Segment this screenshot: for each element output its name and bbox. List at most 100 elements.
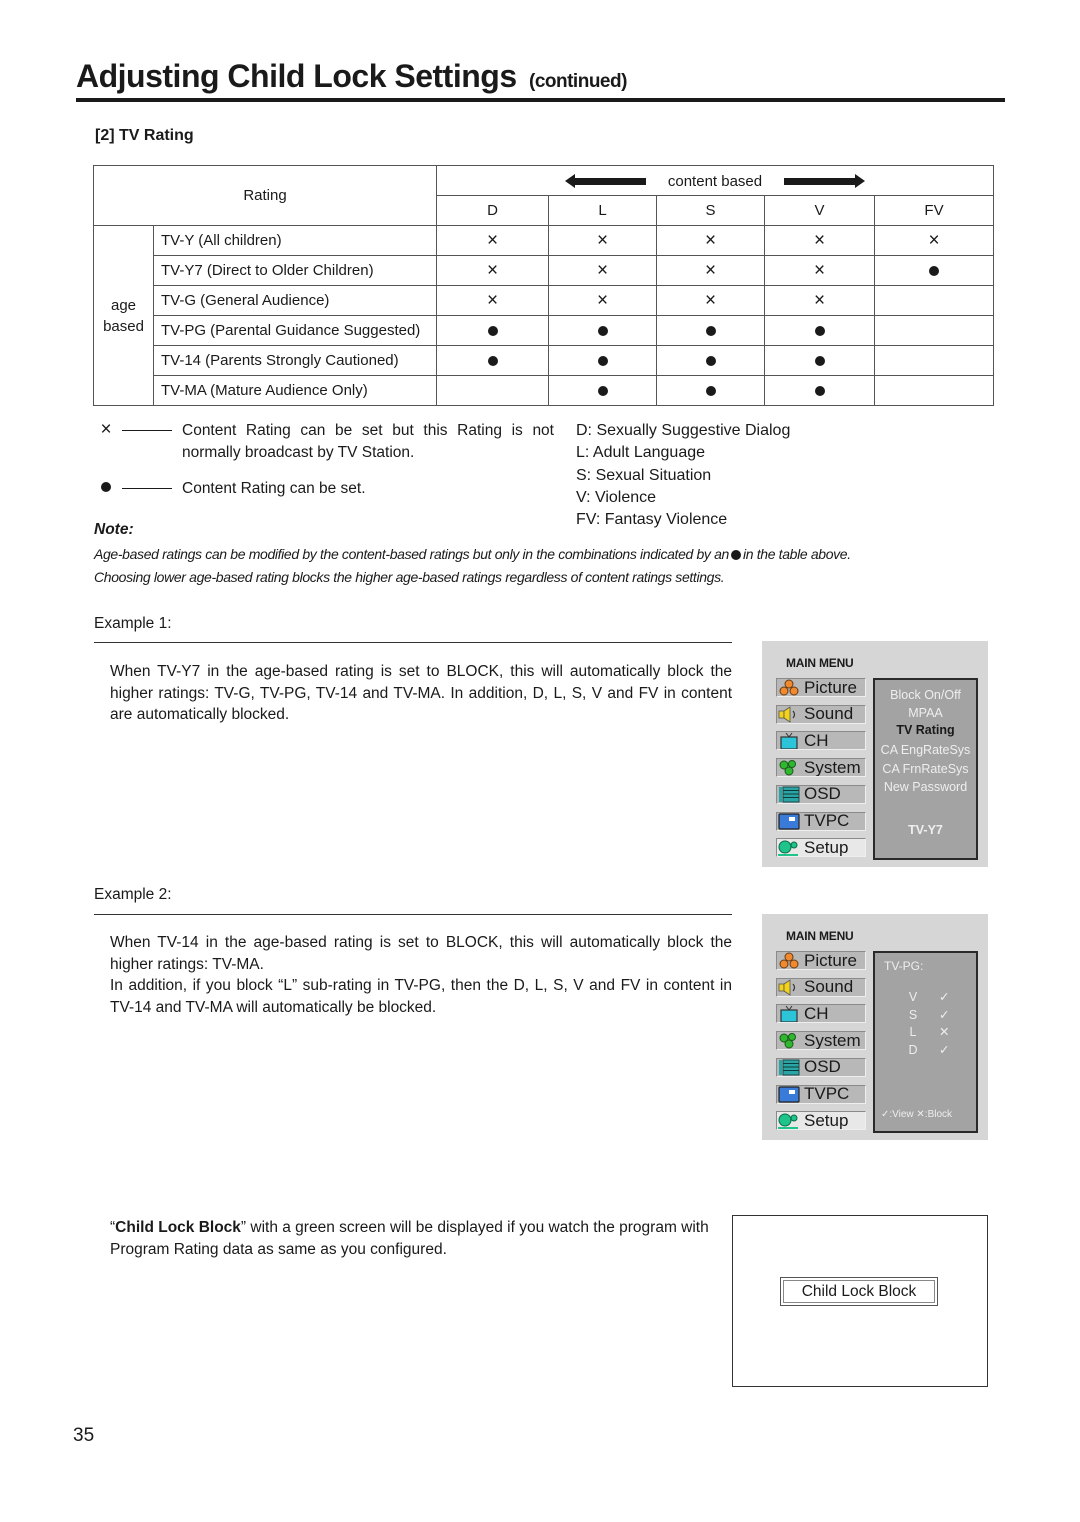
dot-icon [814,326,825,337]
page-number: 35 [73,1425,95,1446]
subrating-row[interactable]: L ✕ [907,1024,950,1042]
monitor-icon [777,1085,801,1103]
cross-icon: × [813,230,826,251]
page-title: Adjusting Child Lock Settings (continued… [76,58,627,95]
rating-name: TV-Y (All children) [153,225,437,256]
legend-dot-text: Content Rating can be set. [182,480,366,497]
dot-icon [705,326,716,337]
legend-x-text: Content Rating can be set but this Ratin… [182,422,554,461]
abbreviation-list: D: Sexually Suggestive Dialog L: Adult L… [576,420,790,531]
menu-item-label: System [804,1031,861,1050]
menu-item-label: CH [804,1004,829,1023]
menu-item-system[interactable]: System [776,758,866,778]
setup-icon [777,839,801,856]
menu-item-osd[interactable]: OSD [776,1057,866,1077]
menu-item-label: Sound [804,704,854,724]
dot-icon [101,481,111,492]
menu-item-osd[interactable]: OSD [776,784,866,804]
panel-option-new-password[interactable]: New Password [875,779,976,797]
cross-icon: × [486,230,499,251]
rating-cell: × [548,285,657,316]
rating-cell [874,285,994,316]
menu-item-label: Picture [804,678,857,697]
main-menu-title: MAIN MENU [786,656,854,670]
legend-connector [122,430,172,431]
rating-cell: × [764,285,875,316]
example-2-divider [94,914,732,915]
child-lock-description: “Child Lock Block” with a green screen w… [110,1219,709,1258]
panel-option-tv-rating[interactable]: TV Rating [875,722,976,740]
dot-icon [597,356,608,367]
rating-cell [656,345,765,376]
panel-option-ca-frnratesys[interactable]: CA FrnRateSys [875,761,976,779]
rating-cell [548,315,657,346]
subrating-state-icon: ✓ [939,1042,950,1057]
subrating-row[interactable]: S ✓ [907,1007,950,1025]
rating-cell [656,375,765,406]
legend-dot: Content Rating can be set. [98,478,554,500]
abbreviation-item: FV: Fantasy Violence [576,511,728,529]
subrating-row[interactable]: D ✓ [907,1042,949,1060]
menu-item-picture[interactable]: Picture [776,678,866,697]
view-block-legend: ✓:View ✕:Block [881,1109,953,1120]
dot-icon [597,386,608,397]
menu-item-system[interactable]: System [776,1031,866,1051]
cross-icon: × [928,230,940,251]
menu-item-sound[interactable]: Sound [776,977,866,997]
column-header: V [764,195,875,226]
menu-item-tvpc[interactable]: TVPC [776,1084,866,1104]
panel-option-ca-engratesys[interactable]: CA EngRateSys [875,742,976,760]
subrating-code: L [909,1025,917,1039]
subrating-state-icon: ✕ [939,1025,950,1039]
cross-icon: × [596,260,609,281]
menu-item-ch[interactable]: CH [776,731,866,751]
note-line-2: Choosing lower age-based rating blocks t… [94,569,725,585]
child-lock-term: Child Lock Block [115,1219,241,1236]
rating-cell: × [764,255,875,286]
subrating-row[interactable]: V ✓ [907,989,950,1007]
cross-icon: × [596,230,609,251]
example-1-label: Example 1: [94,615,172,632]
menu-item-tvpc[interactable]: TVPC [776,811,866,831]
menu-item-setup[interactable]: Setup [776,838,866,858]
menu-item-label: TVPC [804,1084,850,1103]
menu-item-label: OSD [804,784,841,804]
note-label: Note: [94,521,134,538]
abbreviation-item: D: Sexually Suggestive Dialog [576,422,791,439]
rating-cell: × [874,225,994,256]
menu-item-ch[interactable]: CH [776,1004,866,1024]
example-1-body: When TV-Y7 in the age-based rating is se… [110,663,732,723]
list-icon [777,786,801,803]
rating-cell [436,375,549,406]
menu-item-sound[interactable]: Sound [776,704,866,724]
title-divider [76,98,1005,102]
example-2-label: Example 2: [94,886,172,903]
cross-icon: × [813,260,826,281]
content-based-header: content based [436,165,994,196]
page-title-text: Adjusting Child Lock Settings [76,58,517,94]
note-body: Age-based ratings can be modified by the… [94,543,994,589]
table-row: TV-14 (Parents Strongly Cautioned) [94,345,994,376]
panel-option-block-onoff[interactable]: Block On/Off [875,687,976,705]
subrating-state-icon: ✓ [939,990,950,1004]
rating-cell [874,255,994,286]
tv-menu-example-2: MAIN MENU Picture Sound CH System OSD TVPC Set… [762,914,988,1140]
page-title-suffix: (continued) [529,71,627,92]
panel-option-mpaa[interactable]: MPAA [875,705,976,723]
main-menu-title: MAIN MENU [786,929,854,943]
menu-item-label: TVPC [804,811,850,830]
menu-item-picture[interactable]: Picture [776,951,866,970]
subrating-code: S [908,1007,918,1022]
abbreviation-item: L: Adult Language [576,444,706,462]
cross-icon: × [813,290,826,311]
menu-item-setup[interactable]: Setup [776,1111,866,1131]
tv-icon [777,732,801,750]
list-icon [777,1059,801,1076]
rating-cell: × [656,285,765,316]
tv-rating-table: Rating content based D L S V FV age based TV-Y… [93,165,994,406]
menu-item-label: System [804,758,861,777]
rating-cell [436,345,549,376]
arrow-right-icon [784,173,866,188]
subrating-list: V ✓ S ✓ L ✕ D ✓ [907,989,949,1059]
column-header: D [436,195,549,226]
